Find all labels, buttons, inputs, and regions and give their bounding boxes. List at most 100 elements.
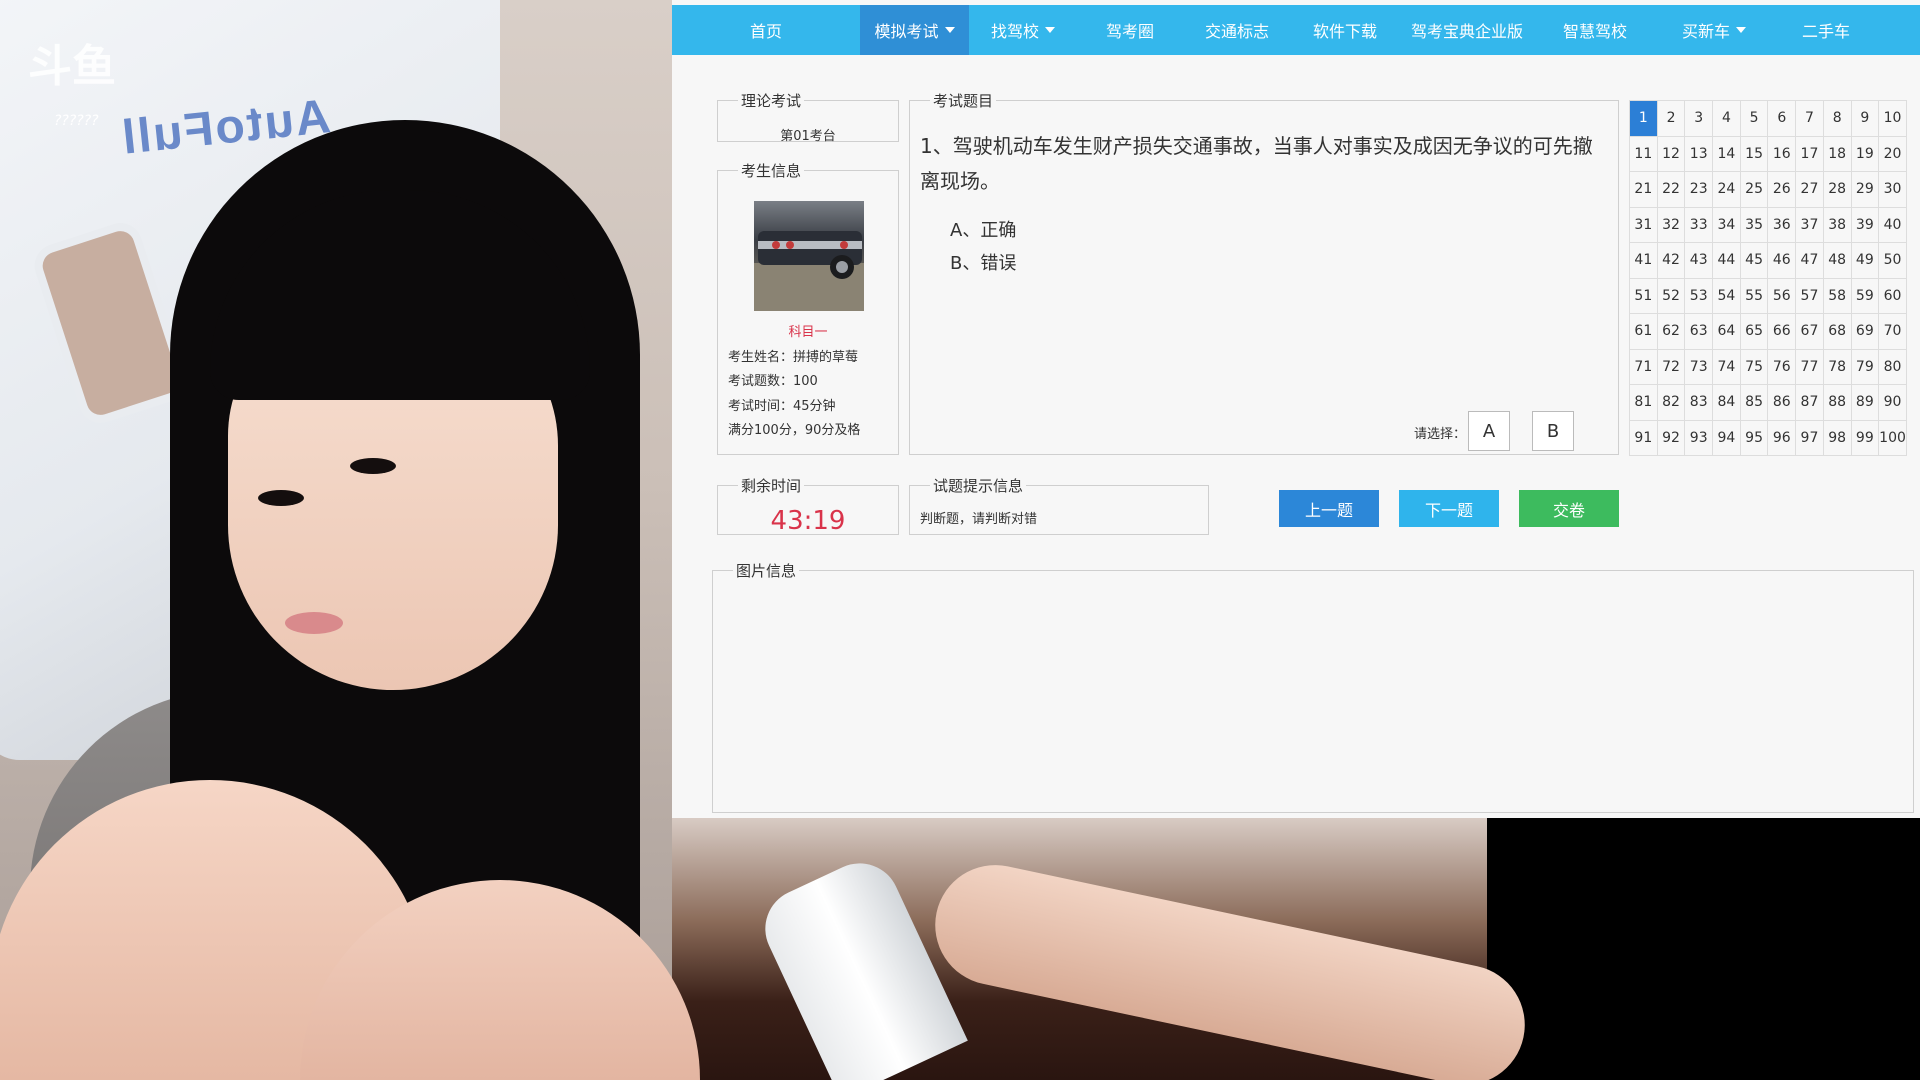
next-question-button[interactable]: 下一题 <box>1399 490 1499 527</box>
question-number-cell[interactable]: 89 <box>1851 385 1880 421</box>
question-number-cell[interactable]: 33 <box>1685 207 1714 243</box>
question-number-cell[interactable]: 55 <box>1740 278 1769 314</box>
question-number-cell[interactable]: 28 <box>1823 172 1852 208</box>
question-number-cell[interactable]: 37 <box>1796 207 1824 243</box>
nav-item-smart-school[interactable]: 智慧驾校 <box>1535 5 1655 55</box>
nav-item-new-car[interactable]: 买新车 <box>1655 5 1773 55</box>
answer-b-button[interactable]: B <box>1532 411 1574 451</box>
question-number-cell[interactable]: 94 <box>1713 420 1741 456</box>
question-number-cell[interactable]: 75 <box>1740 349 1769 385</box>
question-number-cell[interactable]: 41 <box>1630 243 1658 279</box>
nav-item-find-school[interactable]: 找驾校 <box>969 5 1077 55</box>
question-number-cell[interactable]: 83 <box>1685 385 1714 421</box>
question-number-cell[interactable]: 62 <box>1657 314 1686 350</box>
question-number-cell[interactable]: 57 <box>1796 278 1824 314</box>
question-number-cell[interactable]: 20 <box>1879 136 1907 172</box>
nav-item-used-car[interactable]: 二手车 <box>1773 5 1879 55</box>
question-number-cell[interactable]: 10 <box>1879 101 1907 137</box>
question-number-cell[interactable]: 92 <box>1657 420 1686 456</box>
question-number-cell[interactable]: 5 <box>1740 101 1769 137</box>
question-number-cell[interactable]: 63 <box>1685 314 1714 350</box>
question-number-cell[interactable]: 96 <box>1768 420 1797 456</box>
question-number-cell[interactable]: 58 <box>1823 278 1852 314</box>
question-number-cell[interactable]: 7 <box>1796 101 1824 137</box>
question-number-cell[interactable]: 25 <box>1740 172 1769 208</box>
question-number-cell[interactable]: 80 <box>1879 349 1907 385</box>
answer-a-button[interactable]: A <box>1468 411 1510 451</box>
question-number-cell[interactable]: 87 <box>1796 385 1824 421</box>
question-number-cell[interactable]: 93 <box>1685 420 1714 456</box>
question-number-cell[interactable]: 56 <box>1768 278 1797 314</box>
question-number-cell[interactable]: 50 <box>1879 243 1907 279</box>
question-number-cell[interactable]: 42 <box>1657 243 1686 279</box>
question-number-cell[interactable]: 39 <box>1851 207 1880 243</box>
question-number-cell[interactable]: 47 <box>1796 243 1824 279</box>
question-number-cell[interactable]: 90 <box>1879 385 1907 421</box>
question-number-cell[interactable]: 98 <box>1823 420 1852 456</box>
question-number-cell[interactable]: 21 <box>1630 172 1658 208</box>
question-number-cell[interactable]: 81 <box>1630 385 1658 421</box>
question-number-cell[interactable]: 2 <box>1657 101 1686 137</box>
question-number-cell[interactable]: 35 <box>1740 207 1769 243</box>
question-number-cell[interactable]: 61 <box>1630 314 1658 350</box>
question-number-cell[interactable]: 6 <box>1768 101 1797 137</box>
nav-item-driving-circle[interactable]: 驾考圈 <box>1077 5 1183 55</box>
prev-question-button[interactable]: 上一题 <box>1279 490 1379 527</box>
question-number-cell[interactable]: 78 <box>1823 349 1852 385</box>
question-number-cell[interactable]: 38 <box>1823 207 1852 243</box>
question-number-cell[interactable]: 69 <box>1851 314 1880 350</box>
question-number-cell[interactable]: 68 <box>1823 314 1852 350</box>
nav-item-software-download[interactable]: 软件下载 <box>1291 5 1399 55</box>
question-number-cell[interactable]: 59 <box>1851 278 1880 314</box>
question-number-cell[interactable]: 67 <box>1796 314 1824 350</box>
question-number-cell[interactable]: 18 <box>1823 136 1852 172</box>
question-number-cell[interactable]: 30 <box>1879 172 1907 208</box>
question-number-cell[interactable]: 51 <box>1630 278 1658 314</box>
question-number-cell[interactable]: 70 <box>1879 314 1907 350</box>
question-number-cell[interactable]: 72 <box>1657 349 1686 385</box>
question-number-cell[interactable]: 12 <box>1657 136 1686 172</box>
question-number-cell[interactable]: 1 <box>1630 101 1658 137</box>
question-number-cell[interactable]: 60 <box>1879 278 1907 314</box>
question-number-cell[interactable]: 29 <box>1851 172 1880 208</box>
question-number-cell[interactable]: 17 <box>1796 136 1824 172</box>
question-number-cell[interactable]: 19 <box>1851 136 1880 172</box>
question-number-cell[interactable]: 77 <box>1796 349 1824 385</box>
nav-item-mock-exam[interactable]: 模拟考试 <box>860 5 969 55</box>
question-number-cell[interactable]: 76 <box>1768 349 1797 385</box>
question-number-cell[interactable]: 36 <box>1768 207 1797 243</box>
question-number-cell[interactable]: 84 <box>1713 385 1741 421</box>
question-number-cell[interactable]: 49 <box>1851 243 1880 279</box>
question-number-cell[interactable]: 88 <box>1823 385 1852 421</box>
question-number-cell[interactable]: 95 <box>1740 420 1769 456</box>
question-number-cell[interactable]: 16 <box>1768 136 1797 172</box>
question-number-cell[interactable]: 53 <box>1685 278 1714 314</box>
question-number-cell[interactable]: 71 <box>1630 349 1658 385</box>
question-number-cell[interactable]: 100 <box>1879 420 1907 456</box>
question-number-cell[interactable]: 64 <box>1713 314 1741 350</box>
question-number-cell[interactable]: 31 <box>1630 207 1658 243</box>
question-number-cell[interactable]: 85 <box>1740 385 1769 421</box>
question-number-cell[interactable]: 9 <box>1851 101 1880 137</box>
question-number-cell[interactable]: 91 <box>1630 420 1658 456</box>
question-number-cell[interactable]: 4 <box>1713 101 1741 137</box>
nav-item-enterprise[interactable]: 驾考宝典企业版 <box>1399 5 1535 55</box>
question-number-cell[interactable]: 48 <box>1823 243 1852 279</box>
question-number-cell[interactable]: 23 <box>1685 172 1714 208</box>
question-number-cell[interactable]: 3 <box>1685 101 1714 137</box>
question-number-cell[interactable]: 66 <box>1768 314 1797 350</box>
question-number-cell[interactable]: 26 <box>1768 172 1797 208</box>
question-number-cell[interactable]: 97 <box>1796 420 1824 456</box>
question-number-cell[interactable]: 74 <box>1713 349 1741 385</box>
question-number-cell[interactable]: 52 <box>1657 278 1686 314</box>
question-number-cell[interactable]: 15 <box>1740 136 1769 172</box>
question-number-cell[interactable]: 40 <box>1879 207 1907 243</box>
question-number-cell[interactable]: 11 <box>1630 136 1658 172</box>
question-number-cell[interactable]: 99 <box>1851 420 1880 456</box>
question-number-cell[interactable]: 14 <box>1713 136 1741 172</box>
question-number-cell[interactable]: 86 <box>1768 385 1797 421</box>
question-number-cell[interactable]: 82 <box>1657 385 1686 421</box>
question-number-cell[interactable]: 54 <box>1713 278 1741 314</box>
question-number-cell[interactable]: 43 <box>1685 243 1714 279</box>
question-number-cell[interactable]: 27 <box>1796 172 1824 208</box>
